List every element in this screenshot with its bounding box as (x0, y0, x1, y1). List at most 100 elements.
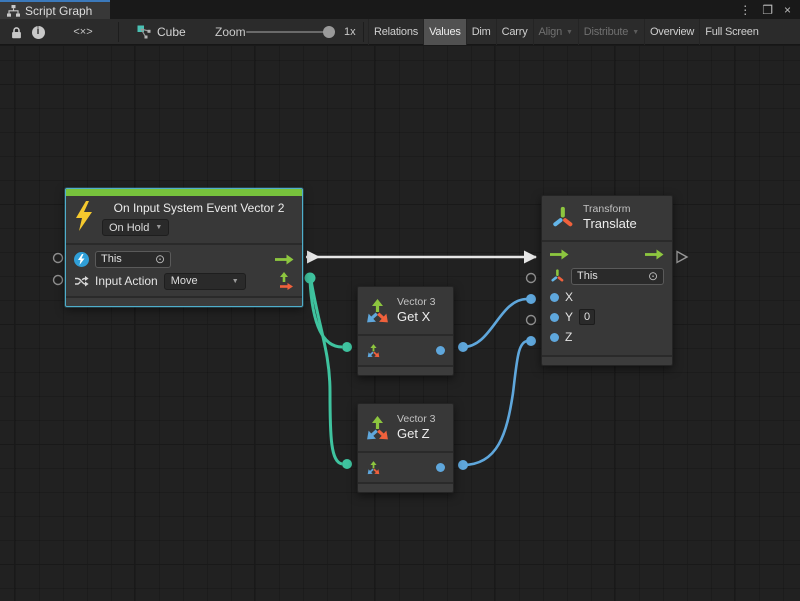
lock-button[interactable] (3, 19, 29, 45)
variables-button[interactable]: <×> (49, 19, 117, 45)
getz-ports (358, 453, 453, 482)
chevron-down-icon: ▼ (232, 278, 239, 285)
script-graph-window: Script Graph ⋮ ❐ × i <×> (0, 0, 800, 601)
getx-input-wire-end[interactable] (342, 342, 352, 352)
target-picker-icon: ⊙ (648, 270, 658, 282)
node-footer (542, 355, 672, 365)
getz-input-wire-end[interactable] (342, 459, 352, 469)
flow-arrowhead (307, 251, 320, 264)
transform-mini-icon[interactable] (550, 268, 565, 284)
x-input-port[interactable] (550, 293, 559, 302)
getz-output-wire-end[interactable] (458, 460, 468, 470)
event-header: On Input System Event Vector 2 On Hold ▼ (66, 196, 302, 245)
target-picker-icon: ⊙ (155, 253, 165, 265)
values-button[interactable]: Values (423, 19, 466, 45)
tab-script-graph[interactable]: Script Graph (0, 0, 110, 19)
maximize-icon[interactable]: ❐ (762, 4, 773, 16)
lightning-bolt-icon (73, 201, 95, 231)
transform-icon (551, 204, 575, 231)
value-output-port[interactable] (436, 346, 445, 355)
graph-toolbar: i <×> Cube Zoom 1x Relations Values Dim … (0, 19, 800, 45)
variables-icon: <×> (73, 26, 92, 38)
event-mode-dropdown[interactable]: On Hold ▼ (102, 219, 169, 236)
hierarchy-icon (7, 5, 20, 17)
event-action-port-hint[interactable] (54, 276, 63, 285)
graph-name: Cube (157, 25, 186, 39)
node-footer (66, 296, 302, 306)
info-icon: i (32, 26, 45, 39)
node-category: Vector 3 (397, 413, 436, 426)
node-footer (358, 365, 453, 375)
graph-breadcrumb[interactable]: Cube (137, 19, 186, 45)
wire-getx-to-x (463, 299, 527, 347)
translate-this-row: This ⊙ (542, 265, 672, 287)
toolbar-separator (363, 22, 364, 42)
y-input-port[interactable] (550, 313, 559, 322)
node-translate[interactable]: Transform Translate (541, 195, 673, 366)
info-button[interactable]: i (27, 19, 49, 45)
input-system-event-icon (74, 252, 89, 267)
action-dropdown[interactable]: Move ▼ (164, 273, 246, 290)
flow-output-arrow-icon[interactable] (275, 254, 294, 265)
zoom-slider-handle[interactable] (323, 26, 335, 38)
toolbar-buttons: Relations Values Dim Carry Align▼ Distri… (368, 19, 800, 45)
vector3-input-port-icon[interactable] (366, 343, 381, 358)
translate-this-port-hint[interactable] (527, 274, 536, 283)
chevron-down-icon: ▼ (566, 29, 573, 36)
translate-this-field[interactable]: This ⊙ (571, 268, 664, 285)
translate-z-wire-end[interactable] (526, 336, 536, 346)
node-category: Vector 3 (397, 296, 436, 309)
vector2-output-icon[interactable] (278, 272, 294, 290)
node-category: Transform (583, 203, 637, 216)
graph-canvas[interactable]: On Input System Event Vector 2 On Hold ▼ (0, 46, 800, 601)
y-value-field[interactable]: 0 (579, 309, 595, 325)
flow-output-arrow-icon[interactable] (645, 249, 664, 260)
translate-z-row: Z (542, 327, 672, 347)
zoom-slider-track[interactable] (246, 31, 334, 33)
align-button[interactable]: Align▼ (533, 19, 578, 45)
wire-getz-to-z (463, 341, 528, 465)
vector3-input-port-icon[interactable] (366, 460, 381, 475)
event-this-row: This ⊙ (66, 248, 302, 270)
menu-icon[interactable]: ⋮ (739, 4, 751, 16)
overview-button[interactable]: Overview (644, 19, 699, 45)
port-label-y: Y (565, 310, 573, 324)
input-action-icon (74, 274, 89, 288)
event-color-bar (66, 189, 302, 196)
wire-flow (306, 251, 537, 264)
translate-y-port-hint[interactable] (527, 316, 536, 325)
close-icon[interactable]: × (784, 4, 791, 16)
node-footer (358, 482, 453, 492)
carry-button[interactable]: Carry (496, 19, 533, 45)
node-title: Get Z (397, 426, 436, 442)
value-output-port[interactable] (436, 463, 445, 472)
translate-y-row: Y 0 (542, 307, 672, 327)
tab-bar: Script Graph ⋮ ❐ × (0, 0, 800, 19)
wire-vector2-to-getz (311, 280, 342, 464)
vector3-icon (364, 297, 391, 324)
translate-x-row: X (542, 287, 672, 307)
graph-icon (137, 25, 151, 39)
relations-button[interactable]: Relations (368, 19, 423, 45)
flow-input-arrow-icon[interactable] (550, 249, 569, 260)
event-this-field[interactable]: This ⊙ (95, 251, 171, 268)
node-on-input-system-event[interactable]: On Input System Event Vector 2 On Hold ▼ (65, 188, 303, 307)
translate-x-wire-end[interactable] (526, 294, 536, 304)
fullscreen-button[interactable]: Full Screen (699, 19, 763, 45)
window-controls: ⋮ ❐ × (739, 0, 800, 19)
z-input-port[interactable] (550, 333, 559, 342)
dim-button[interactable]: Dim (466, 19, 496, 45)
event-this-port-hint[interactable] (54, 254, 63, 263)
wire-vector2-to-getx (310, 280, 342, 347)
distribute-button[interactable]: Distribute▼ (578, 19, 644, 45)
translate-flow-out-hint[interactable] (677, 252, 687, 263)
node-get-z[interactable]: Vector 3 Get Z (357, 403, 454, 493)
vector2-output-port[interactable] (305, 273, 316, 284)
getz-header: Vector 3 Get Z (358, 404, 453, 453)
chevron-down-icon: ▼ (632, 29, 639, 36)
zoom-label: Zoom (215, 19, 246, 45)
node-get-x[interactable]: Vector 3 Get X (357, 286, 454, 376)
port-label-z: Z (565, 330, 572, 344)
getx-output-wire-end[interactable] (458, 342, 468, 352)
node-title: On Input System Event Vector 2 (102, 201, 296, 215)
